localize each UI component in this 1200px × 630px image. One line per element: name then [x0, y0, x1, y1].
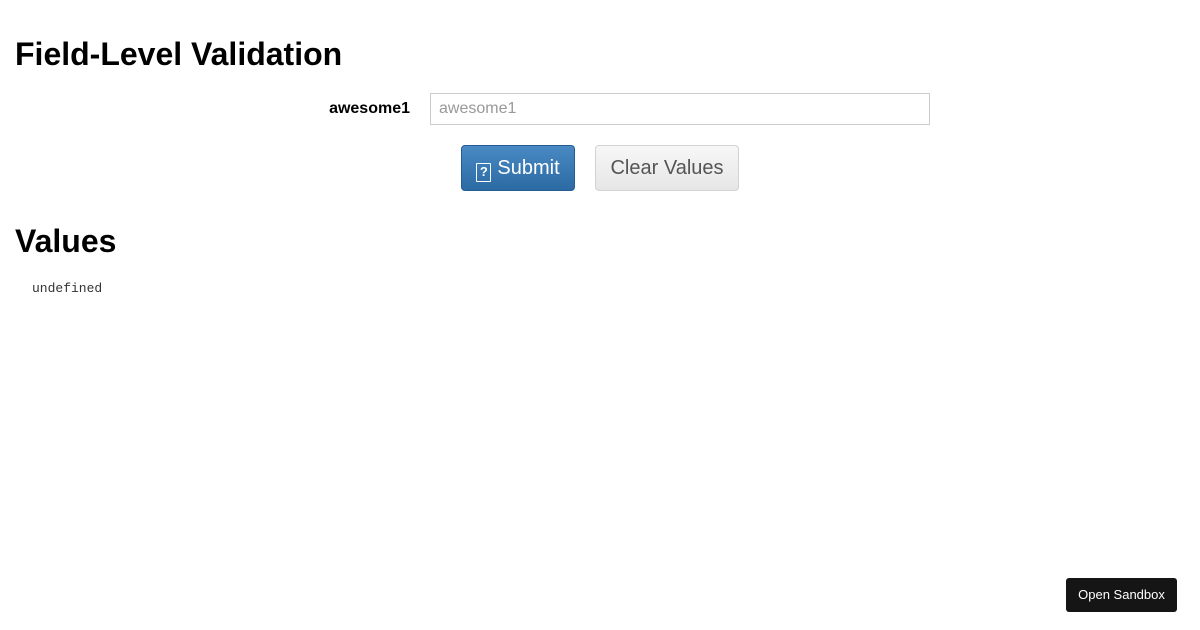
- field-label: awesome1: [329, 100, 410, 117]
- awesome1-input[interactable]: [430, 93, 930, 125]
- page-title: Field-Level Validation: [15, 36, 343, 72]
- page: Field-Level Validation awesome1 ?Submit …: [0, 0, 1200, 630]
- values-title: Values: [15, 223, 117, 259]
- clear-values-button[interactable]: Clear Values: [595, 145, 739, 191]
- values-output: undefined: [32, 281, 103, 296]
- field-row-awesome1: awesome1: [0, 93, 1200, 125]
- question-box-icon: ?: [476, 163, 492, 182]
- submit-button[interactable]: ? Submit: [461, 145, 575, 191]
- submit-label: Submit: [497, 157, 560, 179]
- open-sandbox-button[interactable]: Open Sandbox: [1066, 578, 1177, 612]
